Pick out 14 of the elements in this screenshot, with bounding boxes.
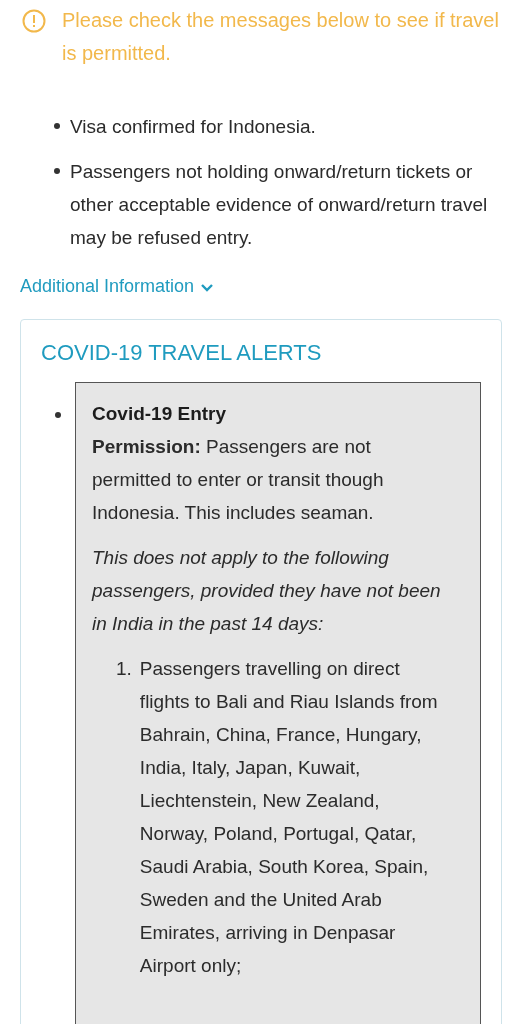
travel-message: Visa confirmed for Indonesia. (70, 115, 316, 139)
alert-body: Permission: Passengers are not permitted to enter or transit though Indonesia. This includes seaman. (92, 435, 385, 525)
bullet-dot (55, 412, 61, 418)
additional-information-link[interactable]: Additional Information (20, 276, 215, 297)
exception-text: Passengers travelling on direct flights to Bali and Riau Islands from Bahrain, China, France, Hungary, India, Italy, Japan, Kuwait, Liechtenstein, New Zealand, Norway, Poland, Portugal, Qatar, Saudi Arabia, South Korea, Spain, Sweden and the United Arab Emirates, arriving in Denpasar Airport only; (139, 657, 439, 978)
travel-message: Passengers not holding onward/return tickets or other acceptable evidence of onward/return travel may be refused entry. (70, 160, 489, 250)
warning-message: Please check the messages below to see if travel is permitted. (62, 8, 500, 66)
alert-note: This does not apply to the following passengers, provided they have not been in India in the past 14 days: (92, 546, 442, 636)
bullet-dot (54, 168, 60, 174)
card-title: COVID-19 TRAVEL ALERTS (41, 339, 323, 367)
alert-heading: Covid-19 Entry (92, 402, 228, 426)
bullet-dot (54, 123, 60, 129)
list-number: 1. (116, 657, 132, 681)
warning-icon (22, 9, 46, 33)
